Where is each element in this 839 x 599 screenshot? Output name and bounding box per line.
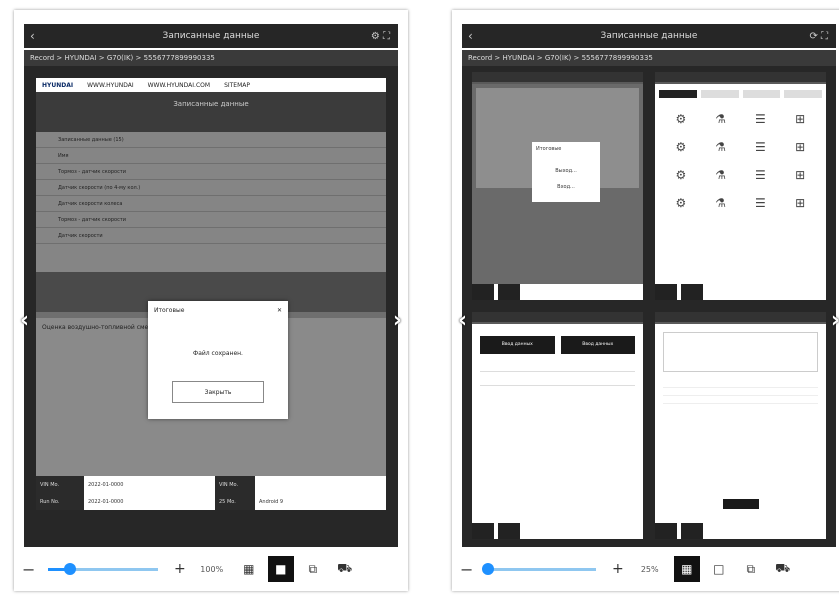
prev-arrow-icon[interactable]: ‹ [458,308,467,333]
header-link-1[interactable]: WWW.HYUNDAI [87,82,133,89]
main-area: HYUNDAI WWW.HYUNDAI WWW.HYUNDAI.COM SITE… [24,66,398,562]
thumbnail[interactable]: ⚙ ⚗ ☰ ⊞ ⚙ ⚗ ☰ ⊞ ⚙ ⚗ ☰ ⊞ ⚙ ⚗ ☰ ⊞ [655,72,826,300]
zoom-in-button[interactable]: + [612,561,624,577]
toolbar-title: Записанные данные [173,100,249,108]
close-icon[interactable]: ✕ [277,307,282,314]
table-row[interactable]: Датчик скорости колеса [36,196,386,212]
thumbnail-dialog: Итоговые Выход... Вход... [532,142,600,202]
header-link-3[interactable]: SITEMAP [224,82,250,89]
dialog-title: Итоговые [154,307,185,314]
window-title: Записанные данные [600,31,698,41]
right-screenshot-frame: ‹ Записанные данные ⟳ ⛶ Record > HYUNDAI… [452,10,839,591]
footer-label: Run No. [36,493,84,510]
zoom-slider[interactable] [48,562,158,575]
thumbnail-dialog-message: Выход... [555,168,577,174]
table-row[interactable]: Тормоз - датчик скорости [36,164,386,180]
footer-label: VIN Mo. [215,476,255,493]
zoom-in-button[interactable]: + [174,561,186,577]
thumbnail-dialog-button: Вход... [557,184,575,190]
table-title: Записанные данные (15) [36,132,386,148]
thumbnail-button-a: Ввод данных [480,335,555,354]
footer-label: 25 Mo. [215,493,255,510]
thumbnail-dialog-title: Итоговые [536,146,562,152]
thumbnail-button-b: Ввод данных [560,335,635,354]
footer-value: Android 9 [259,498,284,505]
bottom-toolbar: − + 100% ▦ ■ ⧉ ⛟ [14,547,408,591]
thumbnail[interactable]: Итоговые Выход... Вход... [472,72,643,300]
zoom-level: 25% [640,564,659,574]
car-icon[interactable]: ⛟ [770,556,796,582]
footer-value: 2022-01-0000 [88,481,124,488]
thumbnail-grid: Итоговые Выход... Вход... ⚙ ⚗ ☰ ⊞ ⚙ ⚗ ☰ ⊞ ⚙ ⚗ ☰ ⊞… [472,72,826,539]
table-row[interactable]: Датчик скорости (по 4-му кол.) [36,180,386,196]
slider-knob[interactable] [64,562,76,575]
zoom-out-button[interactable]: − [22,560,40,579]
expand-icon[interactable]: ⟳ ⛶ [809,31,828,42]
next-arrow-icon[interactable]: › [831,308,839,333]
grid-view-icon[interactable]: ▦ [236,556,262,582]
recorded-page: HYUNDAI WWW.HYUNDAI WWW.HYUNDAI.COM SITE… [36,78,386,510]
prev-arrow-icon[interactable]: ‹ [20,308,29,333]
thumbnail[interactable]: Ввод данных Ввод данных [472,311,643,539]
thumbnail[interactable] [655,311,826,539]
back-icon[interactable]: ‹ [30,29,35,43]
zoom-level: 100% [200,564,224,574]
bottom-toolbar: − + 25% ▦ □ ⧉ ⛟ [452,547,839,591]
window-title: Записанные данные [162,31,260,41]
top-bar: ‹ Записанные данные ⟳ ⛶ [462,24,836,48]
table-row[interactable]: Тормоз - датчик скорости [36,212,386,228]
back-icon[interactable]: ‹ [468,29,473,43]
breadcrumb: Record > HYUNDAI > G70(IK) > 55567778999… [24,50,398,66]
record-icon[interactable]: ⧉ [300,556,326,582]
zoom-slider[interactable] [482,562,596,575]
breadcrumb: Record > HYUNDAI > G70(IK) > 55567778999… [462,50,836,66]
zoom-out-button[interactable]: − [460,560,478,579]
top-bar: ‹ Записанные данные ⚙ ⛶ [24,24,398,48]
data-table: Записанные данные (15) Имя Тормоз - датч… [36,132,386,272]
page-toolbar: Записанные данные [36,92,386,132]
footer-value [255,476,386,493]
header-link-2[interactable]: WWW.HYUNDAI.COM [148,82,210,89]
car-icon[interactable]: ⛟ [332,556,358,582]
footer-label: VIN Mo. [36,476,84,493]
expand-icon[interactable]: ⚙ ⛶ [371,31,390,42]
info-footer: VIN Mo. 2022-01-0000 VIN Mo. Run No. 202… [36,476,386,510]
slider-knob[interactable] [482,562,495,575]
table-row[interactable]: Датчик скорости [36,228,386,244]
footer-value: 2022-01-0000 [88,498,124,505]
left-screenshot-frame: ‹ Записанные данные ⚙ ⛶ Record > HYUNDAI… [14,10,408,591]
table-header: Имя [36,148,386,164]
single-view-icon[interactable]: □ [706,556,732,582]
next-arrow-icon[interactable]: › [393,308,402,333]
dialog-message: Файл сохранен. [193,350,243,357]
single-view-icon[interactable]: ■ [267,556,294,582]
record-icon[interactable]: ⧉ [738,556,764,582]
hyundai-logo: HYUNDAI [42,81,74,89]
site-header: HYUNDAI WWW.HYUNDAI WWW.HYUNDAI.COM SITE… [36,78,386,92]
info-dialog: Итоговые ✕ Файл сохранен. Закрыть [148,301,288,419]
dialog-ok-button[interactable]: Закрыть [172,381,264,403]
grid-view-icon[interactable]: ▦ [673,556,700,582]
